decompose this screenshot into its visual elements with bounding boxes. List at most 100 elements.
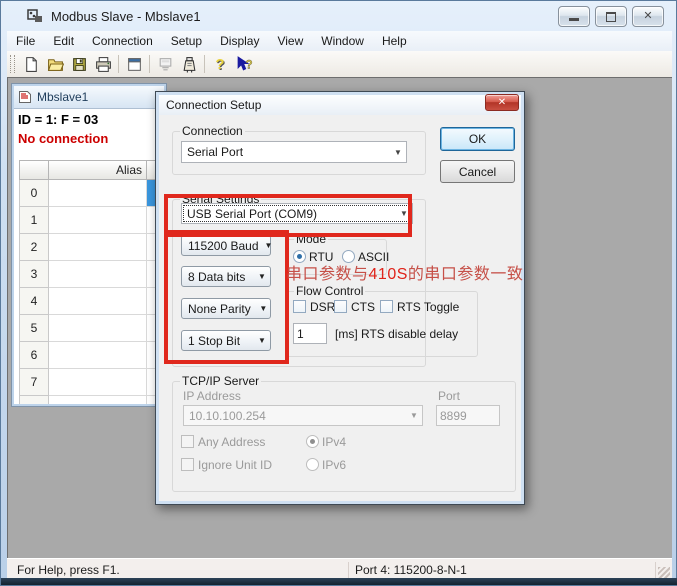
row-header[interactable]: 5 [19, 315, 49, 342]
menu-edit[interactable]: Edit [44, 32, 83, 50]
table-row: 3 [19, 261, 157, 288]
open-file-button[interactable] [43, 53, 67, 75]
annotation-suffix: 的串口参数一致 [408, 266, 524, 283]
table-row: 4 [19, 288, 157, 315]
chevron-down-icon: ▼ [390, 148, 406, 157]
connection-status-text: No connection [14, 129, 164, 148]
row-header[interactable]: 1 [19, 207, 49, 234]
port-label: Port [438, 389, 460, 403]
grid-corner-header[interactable] [19, 160, 49, 180]
table-row: 6 [19, 342, 157, 369]
row-header[interactable]: 3 [19, 261, 49, 288]
save-file-button[interactable] [67, 53, 91, 75]
help-icon: ? [215, 56, 224, 73]
ip-address-dropdown: 10.10.100.254 ▼ [183, 405, 423, 426]
alias-column-header[interactable]: Alias [49, 160, 147, 180]
status-help-text: For Help, press F1. [7, 563, 120, 577]
minimize-icon [569, 18, 579, 21]
alias-cell[interactable] [49, 261, 147, 288]
flow-control-group-label: Flow Control [294, 284, 365, 298]
menu-view[interactable]: View [268, 32, 312, 50]
toolbar-grip[interactable] [10, 55, 15, 73]
close-button[interactable]: ✕ [632, 6, 664, 27]
menu-window[interactable]: Window [312, 32, 373, 50]
dsr-checkbox-label[interactable]: DSR [310, 300, 335, 314]
minimize-button[interactable] [558, 6, 590, 27]
restore-button[interactable] [595, 6, 627, 27]
annotation-highlight: 410S [369, 266, 408, 283]
app-icon [27, 8, 43, 24]
new-document-button[interactable] [19, 53, 43, 75]
dsr-checkbox[interactable] [293, 300, 306, 313]
connection-setup-dialog: Connection Setup ✕ Connection Serial Por… [155, 91, 525, 505]
row-header[interactable]: 4 [19, 288, 49, 315]
cancel-button[interactable]: Cancel [440, 160, 515, 183]
alias-cell[interactable] [49, 396, 147, 406]
toolbar-separator [204, 55, 205, 73]
register-grid: Alias 0 1 2 3 4 [19, 160, 157, 406]
alias-cell[interactable] [49, 207, 147, 234]
row-header[interactable]: 2 [19, 234, 49, 261]
ip-address-label: IP Address [183, 389, 241, 403]
annotation-box-serial-params [164, 230, 289, 364]
menu-setup[interactable]: Setup [162, 32, 211, 50]
svg-text:?: ? [245, 58, 252, 71]
document-titlebar[interactable]: Mbslave1 [14, 86, 164, 109]
connection-type-dropdown[interactable]: Serial Port ▼ [181, 141, 407, 163]
table-row: 0 [19, 180, 157, 207]
poll-definition-button[interactable] [153, 53, 177, 75]
grid-header-row: Alias [19, 160, 157, 180]
alias-cell[interactable] [49, 288, 147, 315]
row-header[interactable]: 0 [19, 180, 49, 207]
ipv6-radio-label: IPv6 [322, 458, 346, 472]
print-button[interactable] [91, 53, 115, 75]
menu-display[interactable]: Display [211, 32, 268, 50]
alias-cell[interactable] [49, 342, 147, 369]
dialog-titlebar[interactable]: Connection Setup [159, 95, 521, 115]
row-header[interactable]: 7 [19, 369, 49, 396]
toolbar-separator [149, 55, 150, 73]
dialog-close-button[interactable]: ✕ [485, 94, 519, 111]
rts-toggle-checkbox-label[interactable]: RTS Toggle [397, 300, 459, 314]
connection-group-label: Connection [180, 124, 245, 138]
rts-toggle-checkbox[interactable] [380, 300, 393, 313]
display-definition-button[interactable] [122, 53, 146, 75]
ipv6-radio [306, 458, 319, 471]
ok-button[interactable]: OK [440, 127, 515, 151]
ipv4-radio [306, 435, 319, 448]
help-button[interactable]: ? [208, 53, 232, 75]
tcpip-server-group-label: TCP/IP Server [180, 374, 261, 388]
ignore-unit-id-checkbox [181, 458, 194, 471]
alias-cell[interactable] [49, 315, 147, 342]
row-header[interactable]: 8 [19, 396, 49, 406]
annotation-text: 串口参数与410S的串口参数一致 [286, 260, 523, 284]
table-row: 7 [19, 369, 157, 396]
alias-cell[interactable] [49, 180, 147, 207]
ip-address-value: 10.10.100.254 [184, 409, 406, 423]
cts-checkbox[interactable] [334, 300, 347, 313]
port-input [436, 405, 500, 426]
new-document-icon [23, 56, 40, 73]
rts-delay-input[interactable] [293, 323, 327, 344]
any-address-checkbox [181, 435, 194, 448]
communication-traffic-icon [181, 56, 198, 73]
alias-cell[interactable] [49, 234, 147, 261]
menu-file[interactable]: File [7, 32, 44, 50]
table-row: 8 [19, 396, 157, 406]
menu-help[interactable]: Help [373, 32, 416, 50]
toolbar: ? ? [7, 51, 672, 78]
status-port-text: Port 4: 115200-8-N-1 [355, 563, 467, 577]
slave-id-function-text: ID = 1: F = 03 [14, 109, 164, 129]
table-row: 5 [19, 315, 157, 342]
row-header[interactable]: 6 [19, 342, 49, 369]
ipv4-radio-label: IPv4 [322, 435, 346, 449]
communication-traffic-button[interactable] [177, 53, 201, 75]
window-frame-bottom [1, 578, 677, 585]
window-title: Modbus Slave - Mbslave1 [51, 9, 201, 24]
dialog-title: Connection Setup [159, 98, 261, 112]
menu-connection[interactable]: Connection [83, 32, 162, 50]
cts-checkbox-label[interactable]: CTS [351, 300, 375, 314]
alias-cell[interactable] [49, 369, 147, 396]
context-help-button[interactable]: ? [232, 53, 256, 75]
toolbar-separator [118, 55, 119, 73]
